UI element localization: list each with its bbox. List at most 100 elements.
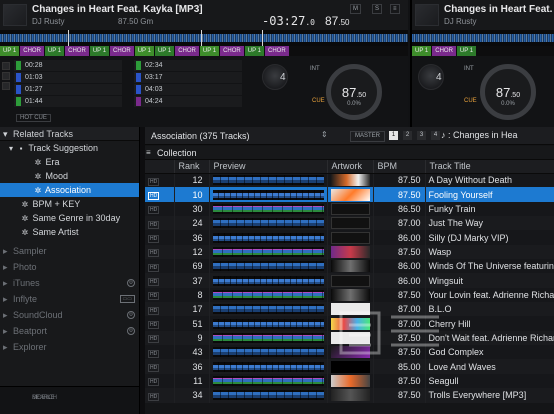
preview-cell[interactable]	[209, 173, 328, 188]
deck-1-master-button[interactable]: M	[350, 4, 361, 14]
column-header-artwork[interactable]: Artwork	[327, 160, 374, 174]
hot-cue-tab[interactable]: HOT CUE	[16, 114, 51, 122]
settings-icon[interactable]: ⚙	[127, 327, 135, 335]
preview-waveform[interactable]	[212, 275, 324, 286]
preview-cell[interactable]	[209, 273, 328, 288]
preview-cell[interactable]	[209, 201, 328, 217]
preview-waveform[interactable]	[212, 304, 324, 315]
settings-icon[interactable]: ⚙	[127, 279, 135, 287]
deck-1-sync-button[interactable]: S	[372, 4, 383, 14]
table-row[interactable]: HD 8 87.50 Your Lovin feat. Adrienne Richar	[145, 287, 554, 303]
preview-waveform[interactable]	[212, 332, 324, 343]
tree-item-same-genre[interactable]: ✲ Same Genre in 30day	[0, 211, 139, 225]
table-row[interactable]: HD 43 87.50 God Complex	[145, 345, 554, 360]
preview-cell[interactable]	[209, 302, 328, 317]
table-row[interactable]: HD 10 87.50 Fooling Yourself	[145, 187, 554, 202]
column-header-preview[interactable]: Preview	[209, 160, 328, 174]
tree-item-mood[interactable]: ✲ Mood	[0, 169, 139, 183]
table-row[interactable]: HD 11 87.50 Seagull	[145, 373, 554, 389]
table-row[interactable]: HD 17 87.00 B.L.O	[145, 302, 554, 317]
hot-cue-slot[interactable]: 03:17	[134, 72, 242, 83]
preview-cell[interactable]	[209, 216, 328, 231]
table-row[interactable]: HD 34 87.50 Trolls Everywhere [MP3]	[145, 388, 554, 403]
tree-item-same-artist[interactable]: ✲ Same Artist	[0, 225, 139, 239]
preview-waveform[interactable]	[212, 175, 324, 186]
column-header-rank[interactable]: Rank	[174, 160, 210, 174]
table-row[interactable]: HD 37 86.00 Wingsuit	[145, 273, 554, 288]
tree-item-inflyte[interactable]: ▸ Inflyte ▭▭	[0, 292, 139, 306]
tree-item-beatport[interactable]: ▸ Beatport ⚙	[0, 324, 139, 338]
preview-waveform[interactable]	[212, 390, 324, 401]
master-button[interactable]: MASTER	[350, 131, 386, 142]
preview-cell[interactable]	[209, 187, 328, 202]
table-row[interactable]: HD 36 86.00 Silly (DJ Marky VIP)	[145, 230, 554, 245]
hot-cue-slot[interactable]: 04:03	[134, 84, 242, 95]
hot-cue-slot[interactable]: 01:44	[14, 96, 122, 107]
deck-2-jog-platter[interactable]: 87.50 0.0%	[480, 64, 536, 120]
preview-waveform[interactable]	[212, 261, 324, 272]
tree-item-bpm-key[interactable]: ✲ BPM + KEY	[0, 197, 139, 211]
preview-waveform[interactable]	[212, 203, 324, 214]
tree-item-photo[interactable]: ▸ Photo	[0, 260, 139, 274]
tree-item-sampler[interactable]: ▸ Sampler	[0, 244, 139, 258]
table-row[interactable]: HD 69 86.00 Winds Of The Universe featuring	[145, 259, 554, 274]
deck-1-menu-button[interactable]: ≡	[390, 4, 400, 14]
hot-cue-slot[interactable]: 01:03	[14, 72, 122, 83]
settings-icon[interactable]: ⚙	[127, 311, 135, 319]
deck-1-jog-platter[interactable]: 87.50 0.0%	[326, 64, 382, 120]
preview-waveform[interactable]	[212, 246, 324, 257]
column-header-status[interactable]	[145, 160, 175, 174]
table-row[interactable]: HD 30 86.50 Funky Train	[145, 201, 554, 217]
list-icon[interactable]: ≡	[146, 148, 151, 157]
table-row[interactable]: HD 24 87.00 Just The Way	[145, 216, 554, 231]
tree-item-association[interactable]: ✲ Association	[0, 183, 139, 197]
table-row[interactable]: HD 12 87.50 A Day Without Death	[145, 173, 554, 188]
table-row[interactable]: HD 12 87.50 Wasp	[145, 244, 554, 260]
column-header-bpm[interactable]: BPM	[373, 160, 426, 174]
table-row[interactable]: HD 9 87.50 Don't Wait feat. Adrienne Richar	[145, 330, 554, 346]
deck-1-cue-button[interactable]: CUE	[312, 98, 325, 104]
preview-waveform[interactable]	[212, 232, 324, 243]
tree-item-soundcloud[interactable]: ▸ SoundCloud ⚙	[0, 308, 139, 322]
page-3-button[interactable]: 3	[417, 131, 426, 140]
preview-cell[interactable]	[209, 316, 328, 331]
preview-waveform[interactable]	[212, 289, 324, 300]
hot-cue-slot[interactable]: 04:24	[134, 96, 242, 107]
hot-cue-slot[interactable]: 01:27	[14, 84, 122, 95]
login-icon[interactable]: ▭▭	[119, 295, 135, 303]
hot-cue-slot[interactable]: 02:34	[134, 60, 242, 71]
preview-waveform[interactable]	[212, 218, 324, 229]
preview-waveform[interactable]	[212, 347, 324, 358]
preview-cell[interactable]	[209, 287, 328, 303]
slip-icon[interactable]	[2, 72, 10, 80]
table-row[interactable]: HD 51 87.00 Cherry Hill	[145, 316, 554, 331]
loop-icon[interactable]	[2, 62, 10, 70]
tree-header-related-tracks[interactable]: ▾ Related Tracks	[0, 127, 139, 141]
tree-item-explorer[interactable]: ▸ Explorer	[0, 340, 139, 354]
deck-2-artwork[interactable]	[415, 4, 439, 26]
deck-1-waveform-overview[interactable]	[0, 30, 408, 46]
tree-item-track-suggestion[interactable]: ▾ ▪ Track Suggestion	[0, 141, 139, 155]
preview-waveform[interactable]	[212, 361, 324, 372]
preview-cell[interactable]	[209, 373, 328, 389]
preview-waveform[interactable]	[212, 318, 324, 329]
preview-cell[interactable]	[209, 259, 328, 274]
preview-cell[interactable]	[209, 388, 328, 403]
preview-cell[interactable]	[209, 359, 328, 374]
hot-cue-slot[interactable]: 00:28	[14, 60, 122, 71]
sort-toggle-icon[interactable]: ⇕	[321, 130, 328, 139]
preview-cell[interactable]	[209, 330, 328, 346]
tree-item-era[interactable]: ✲ Era	[0, 155, 139, 169]
key-icon[interactable]	[2, 82, 10, 90]
column-header-track-title[interactable]: Track Title	[425, 160, 554, 174]
preview-cell[interactable]	[209, 244, 328, 260]
deck-2-cue-button[interactable]: CUE	[464, 98, 477, 104]
preview-cell[interactable]	[209, 345, 328, 360]
tree-item-itunes[interactable]: ▸ iTunes ⚙	[0, 276, 139, 290]
page-4-button[interactable]: 4	[431, 131, 440, 140]
preview-waveform[interactable]	[212, 189, 324, 200]
table-row[interactable]: HD 36 85.00 Love And Waves	[145, 359, 554, 374]
preview-waveform[interactable]	[212, 375, 324, 386]
deck-1-artwork[interactable]	[3, 4, 27, 26]
preview-cell[interactable]	[209, 230, 328, 245]
